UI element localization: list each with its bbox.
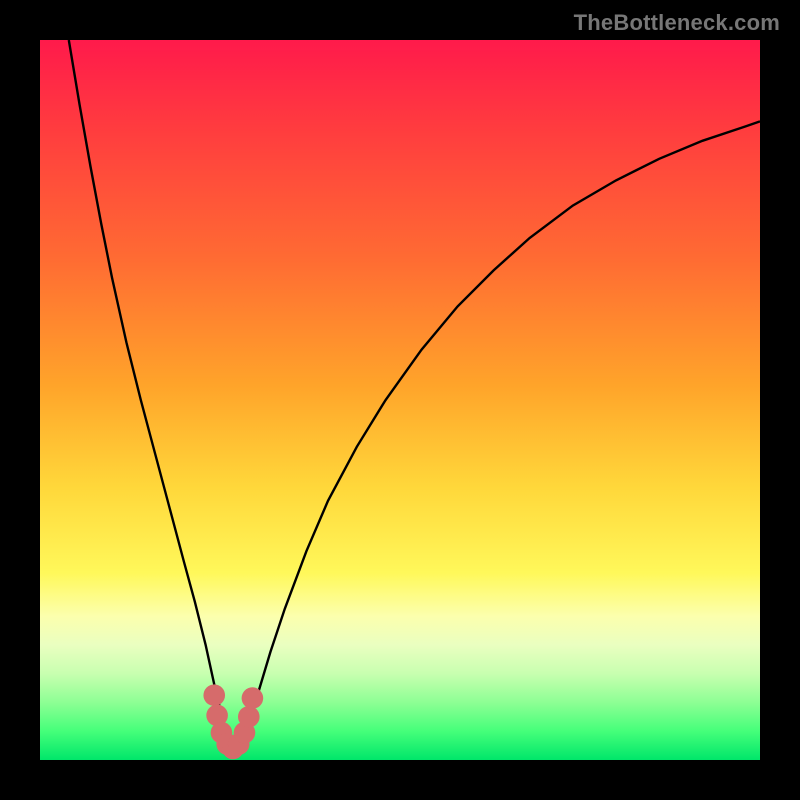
trough-dot [242, 687, 264, 709]
chart-svg [40, 40, 760, 760]
trough-dot [238, 706, 260, 728]
gradient-background [40, 40, 760, 760]
plot-area [40, 40, 760, 760]
trough-dot [203, 684, 225, 706]
chart-frame: TheBottleneck.com [0, 0, 800, 800]
watermark-text: TheBottleneck.com [574, 10, 780, 36]
